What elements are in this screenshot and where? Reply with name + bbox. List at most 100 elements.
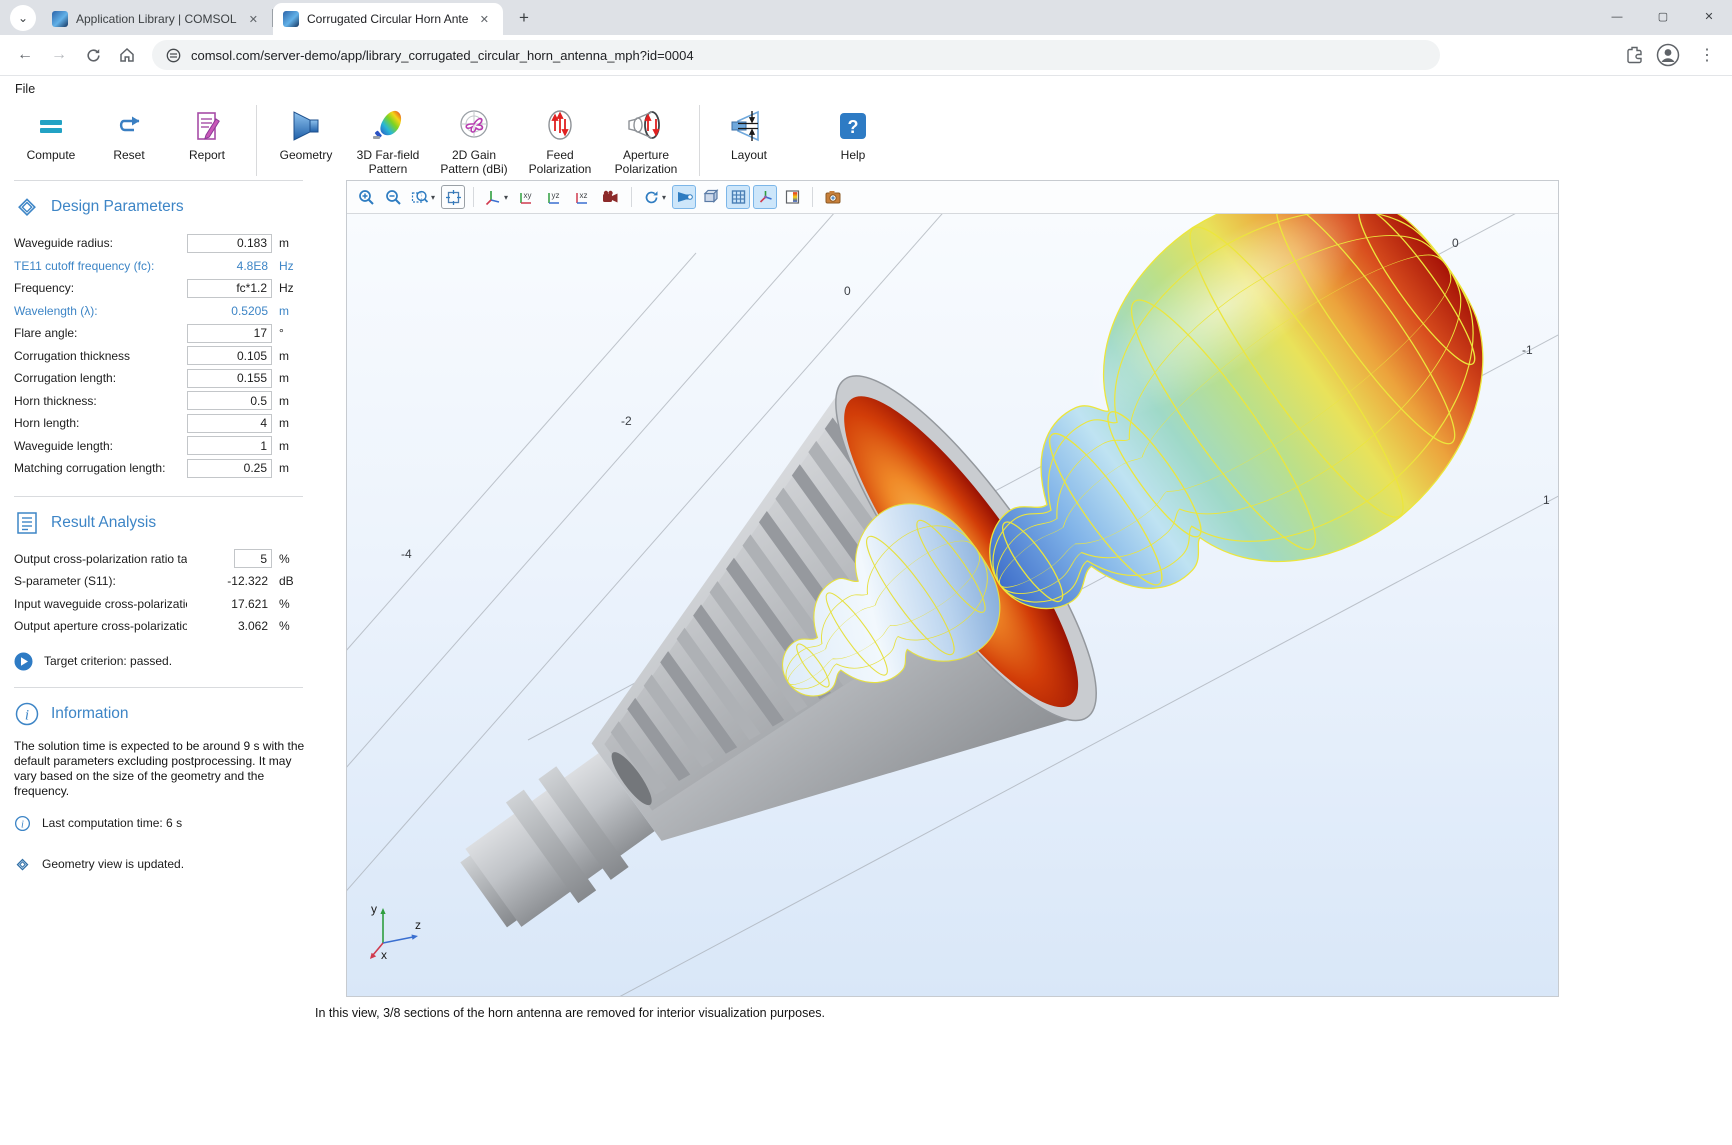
- compute-button[interactable]: Compute: [12, 101, 90, 180]
- tab-title: Application Library | COMSOL S: [76, 12, 237, 26]
- file-menu[interactable]: File: [15, 82, 35, 96]
- forward-button[interactable]: →: [44, 40, 74, 70]
- settings-sidebar: Design Parameters Waveguide radius:mTE11…: [0, 180, 313, 1140]
- parameter-row: Waveguide radius:m: [14, 232, 303, 255]
- parameter-label: Corrugation thickness: [14, 349, 187, 363]
- geometry-status-icon: [14, 856, 31, 873]
- geometry-status-row: Geometry view is updated.: [14, 856, 303, 873]
- section-title: Design Parameters: [51, 198, 184, 216]
- zoom-box-button[interactable]: ▾: [408, 185, 438, 209]
- farfield-3d-icon: [368, 107, 408, 145]
- site-info-icon[interactable]: [166, 48, 181, 63]
- parameter-label: Output aperture cross-polarization ratio…: [14, 619, 187, 633]
- parameter-input[interactable]: [187, 391, 272, 410]
- axis-tick-label: -4: [401, 547, 412, 561]
- parameter-value-column: 17.621: [187, 597, 272, 611]
- view-yz-button[interactable]: yz: [542, 185, 567, 209]
- help-button[interactable]: ? Help: [814, 101, 892, 180]
- parameter-value-column: [187, 324, 272, 343]
- navbar-right-cluster: ⋮: [1625, 40, 1722, 70]
- reload-button[interactable]: [78, 40, 108, 70]
- show-geometry-toggle[interactable]: [672, 185, 696, 209]
- gain-2d-button[interactable]: 2D Gain Pattern (dBi): [431, 101, 517, 180]
- scene-camera-icon: [601, 189, 620, 206]
- zoom-extents-button[interactable]: [441, 185, 465, 209]
- tab-close-icon[interactable]: ✕: [245, 11, 262, 28]
- tab-horn-antenna[interactable]: Corrugated Circular Horn Anten ✕: [273, 3, 503, 35]
- transparency-button[interactable]: [699, 185, 723, 209]
- maximize-button[interactable]: ▢: [1640, 0, 1686, 33]
- browser-menu-button[interactable]: ⋮: [1692, 40, 1722, 70]
- parameter-unit: Hz: [279, 259, 303, 273]
- comsol-favicon: [283, 11, 299, 27]
- scene-camera-button[interactable]: [598, 185, 623, 209]
- dropdown-caret-icon: ▾: [504, 193, 508, 202]
- grid-toggle[interactable]: [726, 185, 750, 209]
- reset-icon: [111, 108, 147, 144]
- default-view-button[interactable]: ▾: [482, 185, 511, 209]
- parameter-input[interactable]: [187, 324, 272, 343]
- xz-view-icon: xz: [573, 189, 592, 206]
- app-ribbon: Compute Reset Report Geometry: [0, 101, 1732, 180]
- 3d-view[interactable]: 0-2-40-11: [347, 214, 1558, 996]
- parameter-input[interactable]: [187, 414, 272, 433]
- url-text[interactable]: comsol.com/server-demo/app/library_corru…: [191, 48, 694, 63]
- close-button[interactable]: ✕: [1686, 0, 1732, 33]
- url-bar[interactable]: comsol.com/server-demo/app/library_corru…: [152, 40, 1440, 70]
- yz-view-icon: yz: [545, 189, 564, 206]
- parameter-input[interactable]: [187, 234, 272, 253]
- view-xy-button[interactable]: xy: [514, 185, 539, 209]
- geometry-button[interactable]: Geometry: [267, 101, 345, 180]
- parameter-input[interactable]: [187, 279, 272, 298]
- zoom-box-icon: [411, 189, 429, 206]
- profile-avatar-icon[interactable]: [1656, 43, 1680, 67]
- report-button[interactable]: Report: [168, 101, 246, 180]
- parameter-row: Horn length:m: [14, 412, 303, 435]
- parameter-input[interactable]: [187, 459, 272, 478]
- home-icon: [118, 46, 136, 64]
- reset-button[interactable]: Reset: [90, 101, 168, 180]
- axes-toggle[interactable]: [753, 185, 777, 209]
- report-icon: [189, 108, 225, 144]
- minimize-button[interactable]: —: [1594, 0, 1640, 33]
- new-tab-button[interactable]: +: [511, 5, 537, 31]
- aperture-polarization-button[interactable]: Aperture Polarization: [603, 101, 689, 180]
- parameter-row: S-parameter (S11):-12.322dB: [14, 570, 303, 593]
- feed-polarization-button[interactable]: Feed Polarization: [517, 101, 603, 180]
- back-button[interactable]: ←: [10, 40, 40, 70]
- svg-text:yz: yz: [552, 191, 560, 200]
- zoom-in-icon: [358, 189, 375, 206]
- transparency-box-icon: [702, 189, 720, 205]
- parameter-value: 3.062: [238, 619, 272, 633]
- extensions-icon[interactable]: [1625, 46, 1644, 65]
- graphics-toolbar: ▾ ▾: [347, 181, 1558, 214]
- axis-tick-label: 0: [844, 284, 851, 298]
- parameter-input[interactable]: [187, 369, 272, 388]
- toolbar-separator: [812, 187, 813, 207]
- tab-application-library[interactable]: Application Library | COMSOL S ✕: [42, 3, 272, 35]
- parameter-input[interactable]: [187, 346, 272, 365]
- graphics-panel: ▾ ▾: [346, 180, 1559, 997]
- help-icon: ?: [835, 108, 871, 144]
- tab-close-icon[interactable]: ✕: [476, 11, 493, 28]
- tab-search-button[interactable]: ⌄: [10, 5, 36, 31]
- farfield-3d-button[interactable]: 3D Far-field Pattern: [345, 101, 431, 180]
- result-analysis-section: Result Analysis Output cross-polarizatio…: [14, 496, 303, 687]
- layout-button[interactable]: Layout: [710, 101, 788, 180]
- view-xz-button[interactable]: xz: [570, 185, 595, 209]
- snapshot-button[interactable]: [821, 185, 845, 209]
- parameter-unit: m: [279, 439, 303, 453]
- color-legend-toggle[interactable]: [780, 185, 804, 209]
- zoom-out-icon: [385, 189, 402, 206]
- zoom-in-button[interactable]: [354, 185, 378, 209]
- parameter-input[interactable]: [187, 436, 272, 455]
- dropdown-caret-icon: ▾: [431, 193, 435, 202]
- parameter-unit: m: [279, 394, 303, 408]
- parameter-value: 4.8E8: [237, 259, 272, 273]
- zoom-out-button[interactable]: [381, 185, 405, 209]
- rotate-view-button[interactable]: ▾: [640, 185, 669, 209]
- home-button[interactable]: [112, 40, 142, 70]
- parameter-input[interactable]: [234, 549, 272, 568]
- ribbon-separator: [699, 105, 700, 176]
- last-computation-row: i Last computation time: 6 s: [14, 815, 303, 832]
